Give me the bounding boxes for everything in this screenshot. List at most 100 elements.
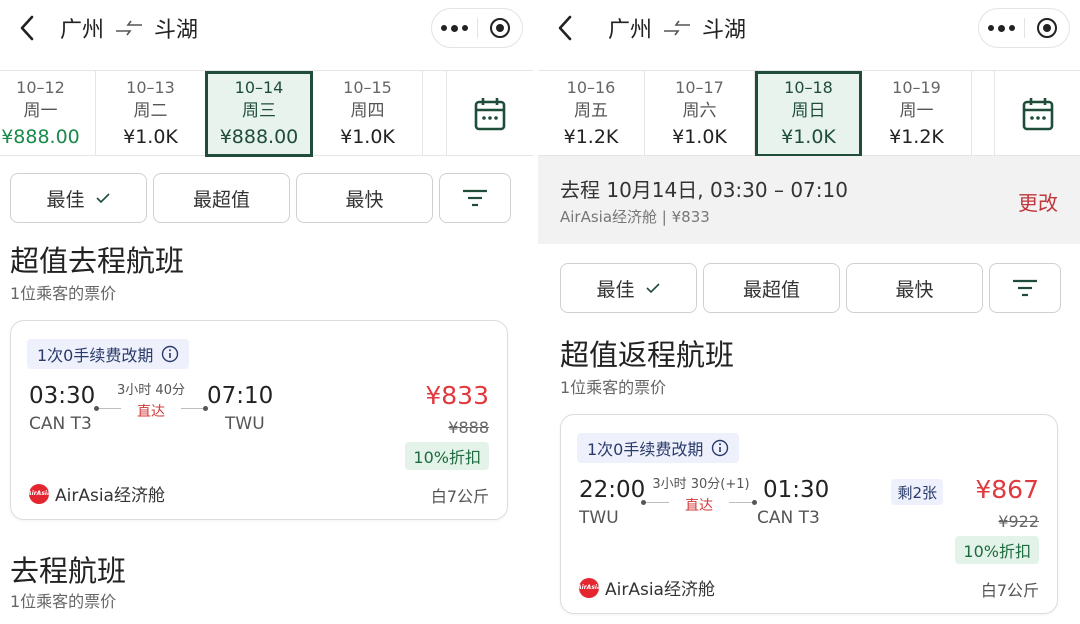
header: 广州 斗湖 bbox=[0, 0, 533, 56]
discount-badge: 10%折扣 bbox=[955, 536, 1039, 564]
target-icon bbox=[489, 18, 510, 38]
section2-title: 去程航班 bbox=[10, 554, 127, 588]
check-icon bbox=[95, 193, 110, 204]
departure-airport: TWU bbox=[579, 508, 619, 528]
filter-button[interactable] bbox=[989, 263, 1061, 313]
section-title: 超值去程航班 bbox=[10, 244, 185, 278]
baggage-info: 白7公斤 bbox=[980, 581, 1039, 600]
sort-best-label: 最佳 bbox=[46, 188, 85, 211]
weekday-label: 周四 bbox=[350, 100, 385, 121]
close-mini-program-button[interactable] bbox=[478, 17, 523, 39]
sort-fastest-button[interactable]: 最快 bbox=[846, 263, 983, 313]
original-price: ¥922 bbox=[998, 512, 1039, 531]
flight-duration: 3小时 40分 bbox=[117, 383, 185, 398]
fare-price: ¥867 bbox=[975, 475, 1039, 504]
back-button[interactable] bbox=[552, 10, 578, 46]
section-title: 超值返程航班 bbox=[560, 338, 735, 372]
swap-arrows-icon bbox=[664, 20, 691, 36]
date-cell[interactable]: 10–19 周一 ¥1.2K bbox=[862, 71, 972, 156]
section-subtitle: 1位乘客的票价 bbox=[560, 378, 667, 397]
info-icon[interactable] bbox=[711, 439, 729, 457]
date-cell-selected[interactable]: 10–14 周三 ¥888.00 bbox=[205, 71, 313, 157]
seats-left-badge: 剩2张 bbox=[891, 479, 943, 505]
filter-button[interactable] bbox=[439, 173, 511, 223]
sort-value-button[interactable]: 最超值 bbox=[703, 263, 840, 313]
weekday-label: 周一 bbox=[899, 100, 934, 121]
close-mini-program-button[interactable] bbox=[1025, 17, 1070, 39]
sort-value-button[interactable]: 最超值 bbox=[153, 173, 290, 223]
sort-best-button[interactable]: 最佳 bbox=[560, 263, 697, 313]
airline-info: AirAsia AirAsia经济舱 bbox=[27, 481, 165, 506]
direct-label: 直达 bbox=[121, 401, 181, 421]
route-dot bbox=[752, 500, 757, 505]
outbound-summary: 去程 10月14日, 03:30 – 07:10 AirAsia经济舱 | ¥8… bbox=[538, 156, 1080, 244]
date-cell[interactable]: 10–12 周一 ¥888.00 bbox=[0, 71, 96, 156]
info-icon[interactable] bbox=[161, 345, 179, 363]
section-subtitle: 1位乘客的票价 bbox=[10, 284, 117, 303]
airasia-logo-icon: AirAsia bbox=[27, 483, 51, 504]
flight-duration: 3小时 30分(+1) bbox=[652, 477, 750, 492]
weekday-label: 周日 bbox=[791, 101, 826, 121]
arrival-time: 07:10 bbox=[207, 383, 274, 409]
sort-fastest-button[interactable]: 最快 bbox=[296, 173, 433, 223]
check-icon bbox=[645, 283, 660, 294]
weekday-label: 周五 bbox=[574, 100, 608, 121]
filter-icon bbox=[463, 189, 487, 207]
destination-city: 斗湖 bbox=[702, 18, 747, 43]
date-label: 10–17 bbox=[675, 77, 724, 97]
date-label: 10–15 bbox=[343, 77, 392, 97]
departure-time: 22:00 bbox=[579, 477, 646, 503]
mini-program-capsule bbox=[431, 8, 523, 48]
change-outbound-link[interactable]: 更改 bbox=[1018, 187, 1058, 216]
fare-price: ¥833 bbox=[425, 381, 489, 410]
return-screen: 广州 斗湖 10–16 周五 ¥1.2K 10–17 周六 ¥1.0K 10–1… bbox=[538, 0, 1080, 624]
sort-best-button[interactable]: 最佳 bbox=[10, 173, 147, 223]
weekday-label: 周三 bbox=[242, 101, 276, 121]
date-price: ¥1.2K bbox=[563, 125, 619, 148]
arrival-time: 01:30 bbox=[763, 477, 830, 503]
calendar-icon bbox=[1022, 97, 1053, 130]
arrival-airport: TWU bbox=[225, 414, 265, 434]
free-change-tag: 1次0手续费改期 bbox=[27, 339, 190, 369]
back-button[interactable] bbox=[14, 10, 40, 46]
origin-city: 广州 bbox=[60, 18, 105, 43]
calendar-icon bbox=[474, 97, 506, 130]
sort-tabs: 最佳 最超值 最快 bbox=[10, 173, 511, 223]
flight-card[interactable]: 1次0手续费改期 03:30 CAN T3 3小时 40分 直达 07:10 T… bbox=[10, 320, 508, 520]
airasia-logo-icon: AirAsia bbox=[577, 577, 601, 598]
date-cell[interactable]: 10–13 周二 ¥1.0K bbox=[96, 71, 206, 156]
original-price: ¥888 bbox=[448, 418, 489, 437]
date-price: ¥1.0K bbox=[781, 126, 836, 148]
filter-icon bbox=[1013, 279, 1037, 297]
sort-tabs: 最佳 最超值 最快 bbox=[560, 263, 1061, 313]
airline-name: AirAsia经济舱 bbox=[55, 486, 165, 506]
date-cell[interactable]: 10–16 周五 ¥1.2K bbox=[538, 71, 645, 156]
swap-arrows-icon bbox=[116, 20, 143, 36]
date-price: ¥888.00 bbox=[219, 126, 299, 148]
outbound-summary-time: 去程 10月14日, 03:30 – 07:10 bbox=[560, 178, 848, 202]
discount-badge: 10%折扣 bbox=[405, 442, 489, 470]
section2-subtitle: 1位乘客的票价 bbox=[10, 592, 117, 611]
date-cell[interactable]: 10–15 周四 ¥1.0K bbox=[313, 71, 423, 156]
date-label: 10–12 bbox=[16, 77, 65, 97]
date-cell[interactable]: 10–17 周六 ¥1.0K bbox=[645, 71, 755, 156]
date-label: 10–18 bbox=[784, 78, 833, 97]
sort-value-label: 最超值 bbox=[742, 278, 800, 301]
departure-airport: CAN T3 bbox=[29, 414, 92, 434]
outbound-summary-fare: AirAsia经济舱 | ¥833 bbox=[560, 208, 710, 226]
date-label: 10–13 bbox=[126, 77, 175, 97]
sort-best-label: 最佳 bbox=[596, 278, 635, 301]
direct-label: 直达 bbox=[669, 495, 729, 515]
more-dots-icon[interactable] bbox=[432, 24, 477, 32]
flight-card[interactable]: 1次0手续费改期 22:00 TWU 3小时 30分(+1) 直达 01:30 … bbox=[560, 414, 1058, 614]
date-price: ¥1.0K bbox=[340, 125, 395, 148]
date-label: 10–16 bbox=[566, 77, 616, 97]
outbound-screen: 广州 斗湖 10–12 周一 ¥888.00 10–13 周二 ¥1.0K 10… bbox=[0, 0, 533, 624]
date-price: ¥888.00 bbox=[1, 125, 80, 148]
more-dots-icon[interactable] bbox=[979, 24, 1024, 32]
date-cell-selected[interactable]: 10–18 周日 ¥1.0K bbox=[755, 71, 862, 157]
route-title: 广州 斗湖 bbox=[608, 12, 746, 44]
airline-info: AirAsia AirAsia经济舱 bbox=[577, 575, 715, 600]
calendar-button[interactable] bbox=[446, 71, 533, 156]
calendar-button[interactable] bbox=[994, 71, 1080, 156]
